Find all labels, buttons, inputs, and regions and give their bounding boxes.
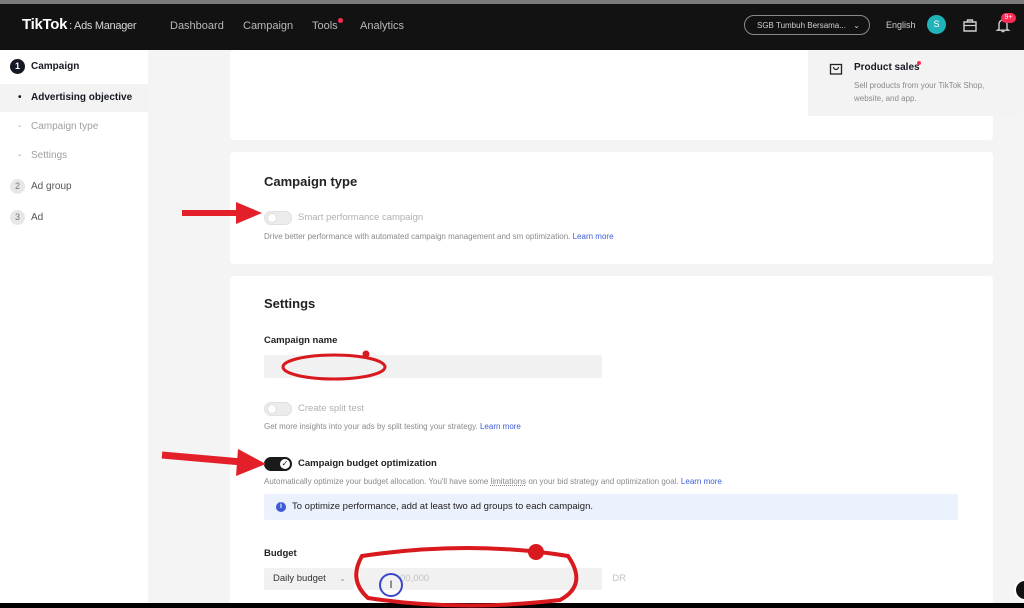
objective-card: Product sales Sell products from your Ti… — [230, 50, 1022, 140]
toggle-knob — [267, 404, 277, 414]
step-number: 2 — [10, 179, 25, 194]
budget-type-value: Daily budget — [273, 573, 326, 584]
budget-optimization-desc: Automatically optimize your budget alloc… — [264, 477, 722, 486]
campaign-name-label: Campaign name — [264, 335, 338, 346]
language-switch[interactable]: English — [886, 20, 916, 30]
sidebar-item-campaign-type[interactable]: - Campaign type — [0, 113, 148, 141]
shopping-bag-icon — [829, 63, 843, 75]
step-number: 3 — [10, 210, 25, 225]
main-content: Product sales Sell products from your Ti… — [148, 50, 1024, 603]
campaign-type-desc-text: Drive better performance with automated … — [264, 232, 571, 241]
notification-badge: 9+ — [1001, 13, 1016, 23]
nav-tools[interactable]: Tools — [312, 20, 338, 32]
tiktok-logo[interactable]: TikTok: Ads Manager — [22, 16, 136, 33]
step-number: 1 — [10, 59, 25, 74]
info-icon: i — [276, 502, 286, 512]
nav-campaign[interactable]: Campaign — [243, 20, 293, 32]
limitations-link[interactable]: limitations — [491, 477, 527, 486]
info-banner-text: To optimize performance, add at least tw… — [292, 501, 594, 512]
split-test-label: Create split test — [298, 403, 364, 414]
step-label: Ad — [31, 212, 44, 224]
cbo-learn-more[interactable]: Learn more — [681, 477, 722, 486]
budget-placeholder: 00,000 — [400, 573, 430, 584]
campaign-type-desc: Drive better performance with automated … — [264, 232, 614, 241]
budget-type-select[interactable]: Daily budget ⌄ — [264, 568, 354, 590]
sidebar: 1 Campaign • Advertising objective - Campai… — [0, 50, 148, 603]
budget-optimization-label: Campaign budget optimization — [298, 458, 437, 469]
sidebar-step-ad[interactable]: 3 Ad — [10, 210, 43, 225]
split-test-desc-text: Get more insights into your ads by split… — [264, 422, 478, 431]
check-icon: ✓ — [280, 459, 290, 469]
sidebar-step-ad-group[interactable]: 2 Ad group — [10, 179, 72, 194]
settings-heading: Settings — [264, 296, 316, 311]
tools-new-dot — [338, 18, 343, 23]
sidebar-item-settings[interactable]: - Settings — [0, 142, 148, 170]
budget-label: Budget — [264, 548, 297, 559]
cbo-desc-text: on your bid strategy and optimization go… — [528, 477, 679, 486]
avatar[interactable]: S — [927, 15, 946, 34]
step-label: Ad group — [31, 181, 72, 193]
smart-performance-label: Smart performance campaign — [298, 212, 424, 223]
split-test-learn-more[interactable]: Learn more — [480, 422, 521, 431]
currency-label: DR — [612, 573, 626, 584]
info-banner: i To optimize performance, add at least … — [264, 494, 958, 520]
product-sales-desc: Sell products from your TikTok Shop, web… — [854, 81, 985, 103]
nav-analytics[interactable]: Analytics — [360, 20, 404, 32]
chevron-down-icon: ⌄ — [339, 574, 346, 583]
sidebar-item-advertising-objective[interactable]: • Advertising objective — [0, 84, 148, 112]
step-label: Campaign — [31, 61, 80, 73]
split-test-desc: Get more insights into your ads by split… — [264, 422, 521, 431]
text-cursor-icon: I — [379, 573, 403, 597]
sidebar-item-label: Campaign type — [31, 121, 99, 132]
chevron-down-icon: ⌄ — [853, 21, 860, 30]
toggle-knob — [267, 213, 277, 223]
top-navigation-bar: TikTok: Ads Manager Dashboard Campaign T… — [0, 4, 1024, 50]
nav-dashboard[interactable]: Dashboard — [170, 20, 224, 32]
campaign-type-heading: Campaign type — [264, 174, 358, 189]
campaign-type-card: Campaign type Smart performance campaign… — [230, 152, 993, 264]
product-sales-title: Product sales — [854, 62, 920, 73]
smart-performance-toggle[interactable] — [264, 211, 292, 225]
settings-card: Settings Campaign name Create split test… — [230, 276, 993, 603]
new-dot — [917, 61, 921, 65]
campaign-name-input[interactable] — [264, 355, 602, 378]
briefcase-icon[interactable] — [961, 16, 979, 34]
sidebar-item-label: Advertising objective — [31, 92, 133, 103]
bullet-icon: • — [18, 92, 22, 103]
split-test-toggle[interactable] — [264, 402, 292, 416]
budget-optimization-toggle[interactable]: ✓ — [264, 457, 292, 471]
sidebar-step-campaign[interactable]: 1 Campaign — [10, 59, 79, 74]
campaign-type-learn-more[interactable]: Learn more — [573, 232, 614, 241]
account-selector[interactable]: SGB Tumbuh Bersama... ⌄ — [744, 15, 870, 35]
dash-icon: - — [18, 121, 22, 132]
sidebar-item-label: Settings — [31, 150, 68, 161]
dash-icon: - — [18, 150, 22, 161]
product-sales-option[interactable]: Product sales Sell products from your Ti… — [808, 50, 1022, 116]
cbo-desc-text: Automatically optimize your budget alloc… — [264, 477, 489, 486]
